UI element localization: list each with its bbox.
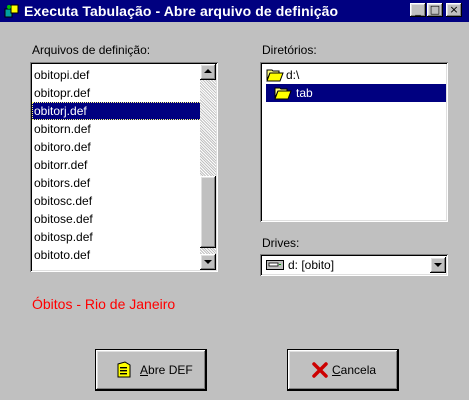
chevron-down-icon [434,263,442,267]
window-title: Executa Tabulação - Abre arquivo de defi… [24,3,339,19]
open-def-icon [116,361,132,379]
drive-select[interactable]: d: [obito] [260,254,448,276]
drive-icon [266,259,284,271]
arrow-up-icon [204,69,212,73]
open-folder-icon [274,86,292,100]
title-bar: Executa Tabulação - Abre arquivo de defi… [0,0,469,22]
file-item[interactable]: obitosc.def [32,192,214,210]
scroll-down-button[interactable] [200,254,216,270]
file-item[interactable]: obitose.def [32,210,214,228]
file-list-scrollbar[interactable] [200,64,216,270]
arrow-down-icon [204,260,212,264]
scroll-up-button[interactable] [200,64,216,80]
files-label: Arquivos de definição: [32,43,151,57]
open-def-label: Abre DEF [140,363,193,377]
directories-label: Diretórios: [262,43,317,57]
directory-label: tab [296,86,313,100]
directory-item-selected[interactable]: tab [266,84,446,102]
drive-dropdown-button[interactable] [430,257,446,273]
file-item[interactable]: obitopr.def [32,84,214,102]
file-item[interactable]: obitoto.def [32,246,214,264]
file-item[interactable]: obitorn.def [32,120,214,138]
maximize-button[interactable]: □ [427,3,443,17]
close-button[interactable]: × [446,3,462,17]
file-item[interactable]: obitosp.def [32,228,214,246]
file-item[interactable]: obitors.def [32,174,214,192]
scroll-thumb[interactable] [200,176,216,248]
status-text: Óbitos - Rio de Janeiro [32,296,176,312]
red-x-icon [312,362,328,378]
minimize-button[interactable]: _ [410,3,426,17]
cancel-button[interactable]: Cancela [287,349,399,391]
file-item[interactable]: obitopi.def [32,66,214,84]
file-item[interactable]: obitoro.def [32,138,214,156]
app-icon [4,3,20,19]
file-item-selected[interactable]: obitorj.def [32,102,214,120]
cancel-label: Cancela [332,363,377,377]
drives-label: Drives: [262,236,300,250]
directory-label: d:\ [286,68,300,82]
open-folder-icon [266,68,284,82]
drive-value: d: [obito] [288,258,335,272]
file-list[interactable]: obitopi.def obitopr.def obitorj.def obit… [30,62,218,272]
file-item[interactable]: obitorr.def [32,156,214,174]
open-def-button[interactable]: Abre DEF [95,349,207,391]
directory-list[interactable]: d:\ tab [260,62,448,222]
